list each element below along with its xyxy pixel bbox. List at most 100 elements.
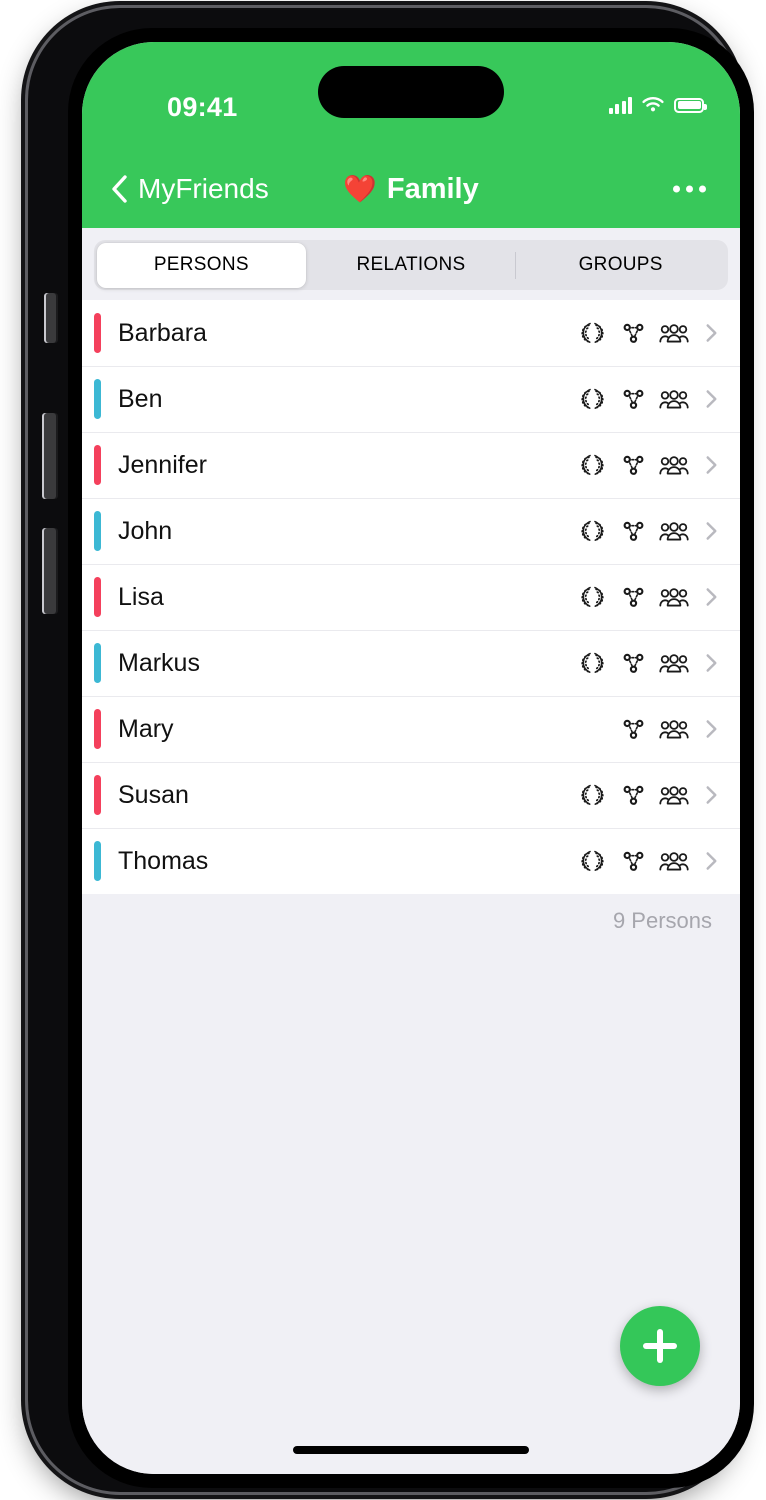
group-people-icon <box>659 785 689 804</box>
laurel-wreath-icon-slot[interactable] <box>577 318 607 348</box>
laurel-wreath-icon <box>579 652 605 674</box>
row-icons <box>577 582 689 612</box>
person-name: Lisa <box>118 582 164 611</box>
relations-graph-icon-slot[interactable] <box>618 780 648 810</box>
laurel-wreath-icon <box>579 454 605 476</box>
tab-groups[interactable]: GROUPS <box>516 243 726 288</box>
person-name: Barbara <box>118 318 207 347</box>
group-people-icon-slot[interactable] <box>659 318 689 348</box>
laurel-wreath-icon-slot[interactable] <box>577 384 607 414</box>
chevron-right-icon <box>703 718 720 740</box>
relations-graph-icon-slot[interactable] <box>618 450 648 480</box>
row-icons <box>577 780 689 810</box>
cellular-bars-icon <box>608 96 632 114</box>
volume-up-button[interactable] <box>44 413 56 499</box>
relations-graph-icon-slot[interactable] <box>618 714 648 744</box>
gender-color-bar <box>94 709 101 749</box>
chevron-right-icon <box>703 586 720 608</box>
phone-screen: 09:41 MyFriends ❤️ Family PERSONS RELATI… <box>82 42 740 1474</box>
relations-graph-icon-slot[interactable] <box>618 516 648 546</box>
laurel-wreath-icon-slot[interactable] <box>577 516 607 546</box>
gender-color-bar <box>94 643 101 683</box>
tab-persons[interactable]: PERSONS <box>96 242 307 288</box>
relations-graph-icon-slot[interactable] <box>618 846 648 876</box>
red-heart-icon: ❤️ <box>343 173 377 204</box>
table-row[interactable]: Susan <box>82 762 740 828</box>
person-name: Susan <box>118 780 189 809</box>
row-icons <box>577 318 689 348</box>
gender-color-bar <box>94 379 101 419</box>
person-name: Mary <box>118 714 174 743</box>
laurel-wreath-icon-slot[interactable] <box>577 450 607 480</box>
gender-color-bar <box>94 775 101 815</box>
group-people-icon-slot[interactable] <box>659 846 689 876</box>
silent-switch-button[interactable] <box>46 293 56 343</box>
person-list: Barbara Ben Jennifer John Lisa Markus Mary Susa… <box>82 300 740 894</box>
group-people-icon-slot[interactable] <box>659 384 689 414</box>
chevron-right-icon <box>703 388 720 410</box>
person-count-footer: 9 Persons <box>82 894 740 934</box>
group-people-icon-slot[interactable] <box>659 648 689 678</box>
table-row[interactable]: Lisa <box>82 564 740 630</box>
group-people-icon-slot[interactable] <box>659 450 689 480</box>
volume-down-button[interactable] <box>44 528 56 614</box>
battery-full-icon <box>674 97 707 113</box>
group-people-icon <box>659 323 689 342</box>
table-row[interactable]: Mary <box>82 696 740 762</box>
add-person-button[interactable] <box>620 1306 700 1386</box>
chevron-right-icon <box>703 322 720 344</box>
laurel-wreath-icon-slot[interactable] <box>577 780 607 810</box>
group-people-icon-slot[interactable] <box>659 780 689 810</box>
status-bar-time: 09:41 <box>167 92 238 122</box>
tab-groups-label: GROUPS <box>578 254 663 275</box>
more-horizontal-icon <box>673 185 680 193</box>
chevron-right-icon <box>703 652 720 674</box>
relations-graph-icon <box>623 785 643 805</box>
relations-graph-icon <box>623 521 643 541</box>
group-people-icon-slot[interactable] <box>659 714 689 744</box>
group-people-icon-slot[interactable] <box>659 516 689 546</box>
relations-graph-icon-slot[interactable] <box>618 648 648 678</box>
list-background: 9 Persons <box>82 894 740 1474</box>
table-row[interactable]: Markus <box>82 630 740 696</box>
laurel-wreath-icon-slot[interactable] <box>577 648 607 678</box>
wifi-icon <box>642 97 664 112</box>
tab-relations[interactable]: RELATIONS <box>306 243 516 288</box>
table-row[interactable]: Jennifer <box>82 432 740 498</box>
nav-bar: MyFriends ❤️ Family <box>82 150 740 228</box>
laurel-wreath-icon <box>579 586 605 608</box>
laurel-wreath-icon-slot[interactable] <box>577 582 607 612</box>
laurel-wreath-icon-slot[interactable] <box>577 846 607 876</box>
tab-persons-label: PERSONS <box>153 254 249 275</box>
relations-graph-icon <box>623 851 643 871</box>
relations-graph-icon-slot[interactable] <box>618 582 648 612</box>
table-row[interactable]: John <box>82 498 740 564</box>
person-name: Jennifer <box>118 450 207 479</box>
laurel-wreath-icon <box>579 850 605 872</box>
gender-color-bar <box>94 313 101 353</box>
chevron-right-icon <box>703 520 720 542</box>
gender-color-bar <box>94 511 101 551</box>
group-people-icon <box>659 389 689 408</box>
relations-graph-icon-slot[interactable] <box>618 384 648 414</box>
table-row[interactable]: Barbara <box>82 300 740 366</box>
table-row[interactable]: Thomas <box>82 828 740 894</box>
relations-graph-icon-slot[interactable] <box>618 318 648 348</box>
back-button-label: MyFriends <box>138 173 269 204</box>
home-indicator[interactable] <box>293 1446 529 1454</box>
status-bar: 09:41 <box>82 42 740 150</box>
group-people-icon-slot[interactable] <box>659 582 689 612</box>
dynamic-island <box>318 66 504 118</box>
row-icons <box>577 648 689 678</box>
phone-frame: 09:41 MyFriends ❤️ Family PERSONS RELATI… <box>28 8 754 1492</box>
table-row[interactable]: Ben <box>82 366 740 432</box>
row-icons <box>577 450 689 480</box>
back-button[interactable]: MyFriends <box>110 173 269 205</box>
gender-color-bar <box>94 445 101 485</box>
group-people-icon <box>659 653 689 672</box>
relations-graph-icon <box>623 323 643 343</box>
page-title: Family <box>386 172 479 205</box>
relations-graph-icon <box>623 587 643 607</box>
more-options-button[interactable] <box>669 176 710 203</box>
laurel-wreath-icon <box>579 520 605 542</box>
